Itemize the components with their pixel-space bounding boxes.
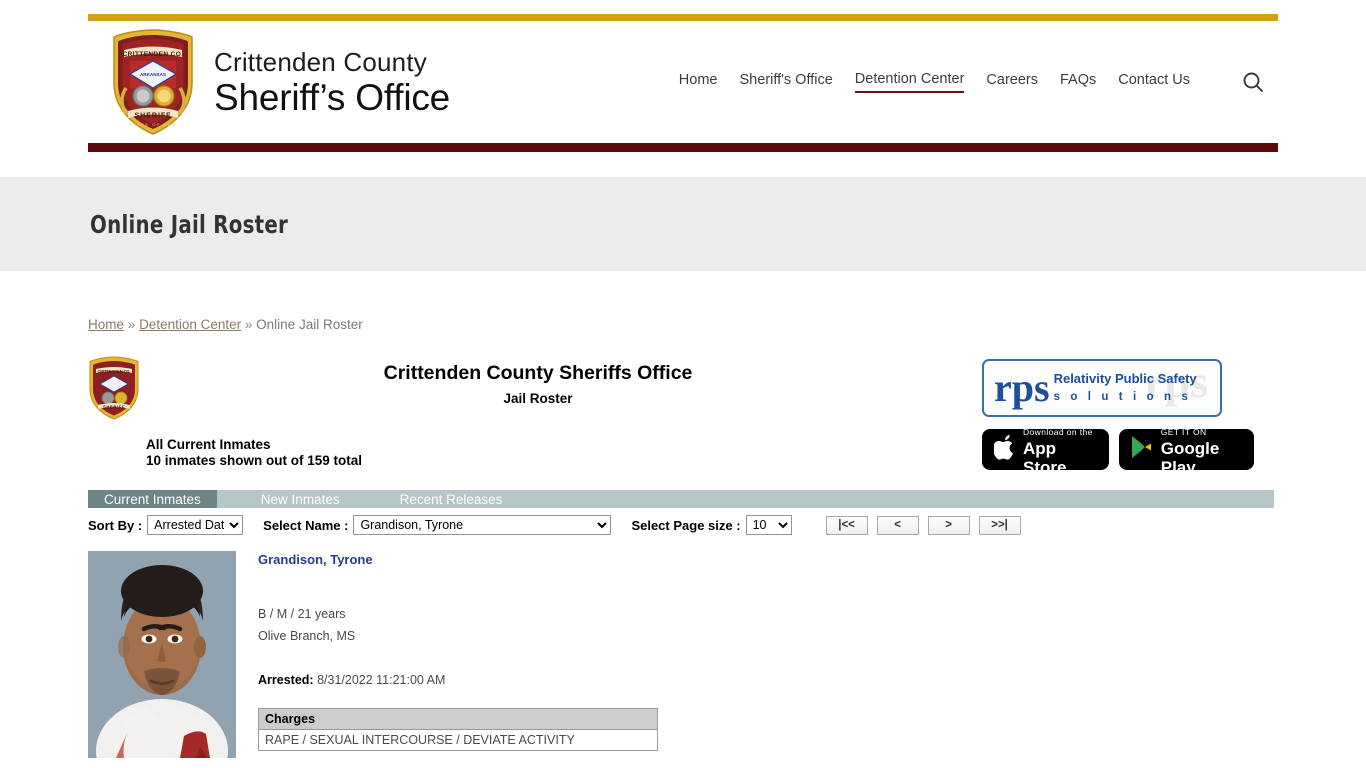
- inmate-name-link[interactable]: Grandison, Tyrone: [258, 552, 658, 567]
- charges-header-cell: Charges: [258, 708, 658, 730]
- sheriff-badge-icon: CRITTENDEN CO. SHERIFF: [88, 356, 140, 420]
- nav-item-home[interactable]: Home: [679, 72, 718, 92]
- first-page-button[interactable]: |<<: [825, 515, 868, 535]
- breadcrumb-separator: »: [244, 317, 253, 332]
- roster-header: CRITTENDEN CO. SHERIFF Crittenden County…: [88, 354, 1278, 482]
- arrested-label: Arrested:: [258, 673, 314, 687]
- main-content: Home » Detention Center » Online Jail Ro…: [88, 271, 1278, 758]
- inmate-location: Olive Branch, MS: [258, 629, 356, 643]
- apple-icon: [992, 434, 1015, 465]
- nav-item-faqs[interactable]: FAQs: [1060, 72, 1096, 92]
- arrested-value: 8/31/2022 11:21:00 AM: [317, 673, 446, 687]
- svg-text:CRITTENDEN CO.: CRITTENDEN CO.: [123, 51, 184, 58]
- header-inner: CRITTENDEN CO. ARKANSAS SHERIFF STATE OF…: [88, 21, 1278, 143]
- nav-item-detention-center[interactable]: Detention Center: [854, 71, 965, 93]
- page-title-band: Online Jail Roster: [0, 177, 1366, 271]
- sheriff-shield-logo-icon: CRITTENDEN CO. ARKANSAS SHERIFF STATE OF…: [110, 28, 196, 136]
- rps-logo-mark: rps: [994, 365, 1050, 410]
- select-name-select[interactable]: Grandison, Tyrone: [353, 515, 612, 535]
- tab-current-inmates[interactable]: Current Inmates: [88, 490, 217, 508]
- brand-county: Crittenden County: [214, 46, 427, 77]
- roster-controls: Sort By : Arrested Date Select Name : Gr…: [88, 515, 1278, 535]
- nav-item-sheriffs-office[interactable]: Sheriff's Office: [739, 72, 832, 92]
- nav-item-contact-us[interactable]: Contact Us: [1118, 72, 1190, 92]
- breadcrumb-item-current: Online Jail Roster: [256, 317, 363, 332]
- last-page-button[interactable]: >>|: [978, 515, 1021, 535]
- site-header: CRITTENDEN CO. ARKANSAS SHERIFF STATE OF…: [88, 0, 1278, 152]
- app-store-big-label: App Store: [1023, 438, 1067, 477]
- tab-spacer: [356, 490, 384, 508]
- main-navigation: Home Sheriff's Office Detention Center C…: [679, 71, 1190, 93]
- nav-item-careers[interactable]: Careers: [986, 72, 1038, 92]
- inmate-details: Grandison, Tyrone B / M / 21 years Olive…: [258, 551, 658, 758]
- roster-tab-bar: Current Inmates New Inmates Recent Relea…: [88, 490, 1274, 508]
- inmate-arrested-line: Arrested: 8/31/2022 11:21:00 AM: [258, 673, 658, 687]
- sort-by-label: Sort By :: [88, 517, 143, 533]
- next-page-button[interactable]: >: [927, 515, 970, 535]
- svg-text:ARKANSAS: ARKANSAS: [140, 72, 166, 77]
- rps-logo-line1: Relativity Public Safety: [1053, 371, 1197, 387]
- search-icon[interactable]: [1238, 67, 1268, 97]
- app-store-small-label: Download on the: [1023, 426, 1093, 437]
- inmate-demographics-block: B / M / 21 years Olive Branch, MS: [258, 603, 658, 647]
- roster-counts: All Current Inmates 10 inmates shown out…: [146, 437, 362, 469]
- rps-logo-line2: s o l u t i o n s: [1053, 391, 1192, 403]
- tab-spacer: [217, 490, 245, 508]
- google-play-icon: [1131, 435, 1153, 464]
- breadcrumb: Home » Detention Center » Online Jail Ro…: [88, 317, 1278, 332]
- google-play-small-label: GET IT ON: [1160, 426, 1207, 437]
- vendor-block: rps rps Relativity Public Safety s o l u…: [982, 359, 1254, 476]
- maroon-accent-bar: [88, 143, 1278, 152]
- inmate-record: Grandison, Tyrone B / M / 21 years Olive…: [88, 551, 1278, 758]
- table-row: RAPE / SEXUAL INTERCOURSE / DEVIATE ACTI…: [258, 729, 658, 751]
- breadcrumb-item-detention-center[interactable]: Detention Center: [139, 317, 241, 332]
- svg-text:CRITTENDEN CO.: CRITTENDEN CO.: [97, 369, 130, 374]
- pagination-controls: |<< < > >>|: [825, 515, 1021, 535]
- charge-cell: RAPE / SEXUAL INTERCOURSE / DEVIATE ACTI…: [258, 729, 658, 751]
- google-play-badge[interactable]: GET IT ON Google Play: [1118, 426, 1254, 476]
- inmate-demographics: B / M / 21 years: [258, 607, 346, 621]
- sort-by-select[interactable]: Arrested Date: [147, 515, 244, 535]
- app-store-badge[interactable]: Download on the App Store: [982, 426, 1109, 476]
- page-size-label: Select Page size :: [631, 517, 741, 533]
- roster-count-line2: 10 inmates shown out of 159 total: [146, 453, 363, 468]
- google-play-big-label: Google Play: [1160, 438, 1220, 477]
- store-badges: Download on the App Store GET IT ON Goog…: [982, 426, 1254, 476]
- charges-header-row: Charges: [258, 708, 658, 730]
- roster-count-line1: All Current Inmates: [146, 437, 271, 452]
- tab-new-inmates[interactable]: New Inmates: [245, 490, 356, 508]
- charges-table: Charges RAPE / SEXUAL INTERCOURSE / DEVI…: [258, 708, 658, 751]
- tab-recent-releases[interactable]: Recent Releases: [384, 490, 519, 508]
- svg-text:SHERIFF: SHERIFF: [103, 405, 125, 410]
- agency-title: Crittenden County Sheriffs Office: [383, 362, 693, 384]
- agency-subtitle: Jail Roster: [503, 391, 573, 406]
- svg-text:STATE OF ARK: STATE OF ARK: [129, 122, 176, 127]
- prev-page-button[interactable]: <: [876, 515, 919, 535]
- svg-text:SHERIFF: SHERIFF: [135, 113, 172, 120]
- site-brand: Crittenden County Sheriff’s Office: [214, 49, 450, 116]
- roster-titles: Crittenden County Sheriffs Office Jail R…: [88, 354, 988, 406]
- inmate-mugshot: [88, 551, 236, 758]
- page-title: Online Jail Roster: [90, 209, 289, 239]
- brand-office: Sheriff’s Office: [214, 76, 451, 118]
- breadcrumb-separator: »: [127, 317, 136, 332]
- gold-accent-bar: [88, 14, 1278, 21]
- select-name-label: Select Name :: [263, 517, 349, 533]
- page-size-select[interactable]: 10: [745, 515, 792, 535]
- breadcrumb-item-home[interactable]: Home: [88, 317, 124, 332]
- rps-logo[interactable]: rps rps Relativity Public Safety s o l u…: [982, 359, 1222, 417]
